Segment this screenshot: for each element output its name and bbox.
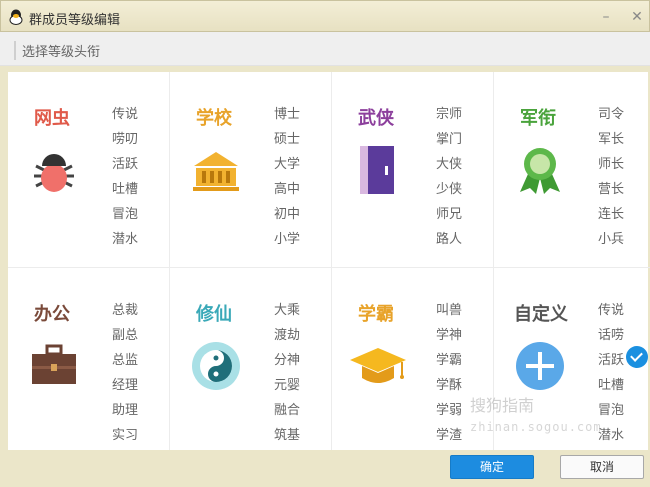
category-name: 网虫 [34,108,70,129]
level-item: 总裁 [112,303,139,318]
level-item: 少侠 [436,182,463,197]
category-name: 武侠 [358,108,394,129]
level-item: 副总 [112,328,139,343]
qq-penguin-icon [9,9,23,25]
level-item: 路人 [436,232,463,247]
level-item: 学弱 [436,403,463,418]
subheader: 选择等级头衔 [0,32,650,66]
level-item: 传说 [112,107,139,122]
level-item: 总监 [112,353,139,368]
level-list: 叫兽 学神 学霸 学酥 学弱 学渣 [436,298,462,448]
level-item: 宗师 [436,107,463,122]
category-name: 修仙 [196,304,232,325]
close-button[interactable]: ✕ [628,8,646,26]
level-item: 硕士 [274,132,301,147]
level-item: 小兵 [598,232,625,247]
level-item: 叫兽 [436,303,463,318]
level-list: 宗师 掌门 大侠 少侠 师兄 路人 [436,102,462,252]
level-item: 话唠 [598,328,625,343]
bug-icon [34,154,74,192]
level-item: 经理 [112,378,139,393]
level-item: 小学 [274,232,301,247]
level-item: 元婴 [274,378,301,393]
graduation-cap-icon [350,348,406,383]
level-item: 筑基 [274,428,301,443]
category-grid: 网虫 传说 唠叨 活跃 吐槽 冒泡 潜水 学校 博士 硕士 大学 高中 初中 小… [8,72,650,450]
level-item: 分神 [274,353,301,368]
level-list: 传说 话唠 活跃 吐槽 冒泡 潜水 [598,298,624,448]
title-bar: 群成员等级编辑 – ✕ [0,0,650,32]
category-card-wuxia[interactable]: 武侠 宗师 掌门 大侠 少侠 师兄 路人 [332,72,494,268]
watermark-text: 搜狗指南 [470,396,535,415]
level-list: 博士 硕士 大学 高中 初中 小学 [274,102,300,252]
level-item: 掌门 [436,132,463,147]
level-item: 唠叨 [112,132,139,147]
level-item: 初中 [274,207,301,222]
category-card-xuexiao[interactable]: 学校 博士 硕士 大学 高中 初中 小学 [170,72,332,268]
level-item: 活跃 [112,157,139,172]
window-title: 群成员等级编辑 [29,13,121,28]
level-item: 助理 [112,403,139,418]
level-item: 学霸 [436,353,463,368]
level-item: 高中 [274,182,301,197]
level-item: 渡劫 [274,328,301,343]
book-icon [360,146,394,194]
level-item: 营长 [598,182,625,197]
level-list: 大乘 渡劫 分神 元婴 融合 筑基 [274,298,300,448]
minimize-button[interactable]: – [597,8,615,26]
plus-circle-icon [516,342,564,390]
level-item: 吐槽 [112,182,139,197]
level-item: 融合 [274,403,301,418]
category-name: 学校 [196,108,232,129]
level-item: 大乘 [274,303,301,318]
level-item: 大侠 [436,157,463,172]
category-card-junxian[interactable]: 军衔 司令 军长 师长 营长 连长 小兵 [494,72,650,268]
level-item: 学神 [436,328,463,343]
category-card-xiuxian[interactable]: 修仙 大乘 渡劫 分神 元婴 融合 筑基 [170,268,332,450]
level-list: 传说 唠叨 活跃 吐槽 冒泡 潜水 [112,102,138,252]
category-name: 军衔 [520,108,556,129]
selected-check-icon [626,346,648,368]
level-item: 潜水 [598,428,625,443]
level-item: 师兄 [436,207,463,222]
level-item: 吐槽 [598,378,625,393]
category-name: 自定义 [514,304,568,325]
footer [0,450,650,487]
category-name: 学霸 [358,304,394,325]
level-item: 潜水 [112,232,139,247]
level-item: 传说 [598,303,625,318]
level-item: 冒泡 [598,403,625,418]
subheader-label: 选择等级头衔 [14,41,100,60]
level-item: 司令 [598,107,625,122]
category-card-wangchong[interactable]: 网虫 传说 唠叨 活跃 吐槽 冒泡 潜水 [8,72,170,268]
briefcase-icon [32,344,76,384]
cancel-button[interactable]: 取消 [560,455,644,479]
category-name: 办公 [34,304,70,325]
school-building-icon [193,152,239,191]
level-list: 司令 军长 师长 营长 连长 小兵 [598,102,624,252]
level-item: 师长 [598,157,625,172]
level-item: 实习 [112,428,139,443]
yin-yang-icon [192,342,240,390]
medal-icon [520,148,560,194]
category-card-bangong[interactable]: 办公 总裁 副总 总监 经理 助理 实习 [8,268,170,450]
level-item: 军长 [598,132,625,147]
level-item: 学酥 [436,378,463,393]
level-item: 大学 [274,157,301,172]
level-item: 博士 [274,107,301,122]
level-item: 学渣 [436,428,463,443]
level-item: 冒泡 [112,207,139,222]
level-item: 连长 [598,207,625,222]
watermark-url: zhinan.sogou.com [470,420,602,434]
level-list: 总裁 副总 总监 经理 助理 实习 [112,298,138,448]
level-item: 活跃 [598,353,625,368]
ok-button[interactable]: 确定 [450,455,534,479]
